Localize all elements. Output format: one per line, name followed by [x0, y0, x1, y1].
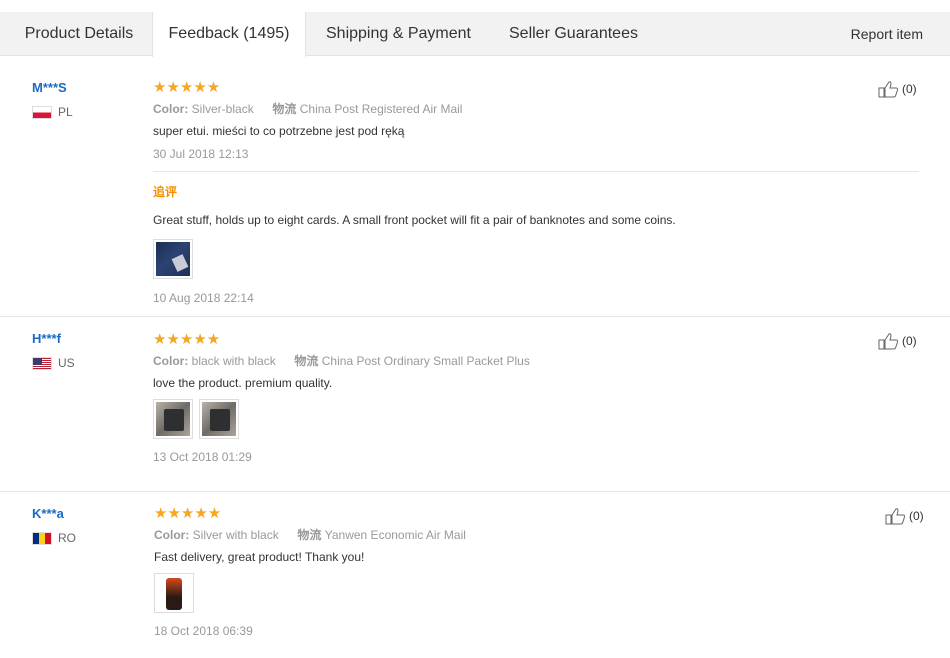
tab-bar: Product Details Feedback (1495) Shipping…: [0, 0, 950, 57]
shipping-label: 物流: [297, 528, 322, 542]
row-divider: [0, 491, 950, 492]
usa-flag-icon: [32, 356, 52, 370]
photo-list: [153, 399, 919, 439]
feedback-username[interactable]: H***f: [32, 331, 61, 346]
romania-flag-icon: [32, 531, 52, 545]
additional-feedback-label: 追评: [153, 185, 178, 199]
like-button[interactable]: (0): [878, 80, 917, 98]
photo-list: [154, 573, 920, 613]
feedback-photo[interactable]: [153, 239, 193, 279]
like-count: (0): [902, 334, 917, 348]
report-item-link[interactable]: Report item: [851, 12, 923, 56]
star-rating: ★★★★★: [154, 505, 222, 522]
feedback-date: 18 Oct 2018 06:39: [154, 624, 253, 638]
like-count: (0): [909, 509, 924, 523]
like-count: (0): [902, 82, 917, 96]
row-divider: [0, 316, 950, 317]
feedback-country: RO: [32, 531, 76, 545]
additional-divider: [153, 171, 919, 172]
additional-feedback-date: 10 Aug 2018 22:14: [153, 291, 254, 305]
feedback-photo[interactable]: [154, 573, 194, 613]
feedback-photo[interactable]: [153, 399, 193, 439]
feedback-content: ★★★★★ Color: Silver with black 物流 Yanwen…: [154, 506, 920, 639]
order-info: Color: black with black 物流 China Post Or…: [153, 353, 919, 369]
order-info: Color: Silver-black 物流 China Post Regist…: [153, 101, 919, 117]
thumbs-up-icon: [885, 508, 906, 525]
shipping-value: Yanwen Economic Air Mail: [324, 528, 466, 542]
feedback-text: Fast delivery, great product! Thank you!: [154, 550, 365, 564]
like-button[interactable]: (0): [885, 507, 924, 525]
star-rating: ★★★★★: [153, 79, 221, 96]
shipping-value: China Post Ordinary Small Packet Plus: [321, 354, 530, 368]
additional-feedback-text: Great stuff, holds up to eight cards. A …: [153, 213, 676, 227]
color-value: Silver-black: [191, 102, 254, 116]
additional-feedback: 追评 Great stuff, holds up to eight cards.…: [153, 183, 919, 306]
country-code: RO: [58, 531, 76, 545]
feedback-text: super etui. mieści to co potrzebne jest …: [153, 124, 405, 138]
tab-product-details[interactable]: Product Details: [6, 12, 152, 56]
thumbs-up-icon: [878, 81, 899, 98]
tab-feedback[interactable]: Feedback (1495): [152, 12, 306, 57]
like-button[interactable]: (0): [878, 332, 917, 350]
feedback-username[interactable]: K***a: [32, 506, 64, 521]
shipping-label: 物流: [272, 102, 297, 116]
feedback-date: 13 Oct 2018 01:29: [153, 450, 252, 464]
feedback-text: love the product. premium quality.: [153, 376, 333, 390]
feedback-date: 30 Jul 2018 12:13: [153, 147, 249, 161]
thumbs-up-icon: [878, 333, 899, 350]
country-code: PL: [58, 105, 73, 119]
color-label: Color:: [153, 354, 189, 368]
shipping-label: 物流: [294, 354, 319, 368]
feedback-country: US: [32, 356, 75, 370]
country-code: US: [58, 356, 75, 370]
shipping-value: China Post Registered Air Mail: [299, 102, 463, 116]
feedback-photo[interactable]: [199, 399, 239, 439]
star-rating: ★★★★★: [153, 331, 221, 348]
feedback-username[interactable]: M***S: [32, 80, 67, 95]
photo-list: [153, 239, 919, 279]
poland-flag-icon: [32, 105, 52, 119]
feedback-country: PL: [32, 105, 73, 119]
tab-shipping-payment[interactable]: Shipping & Payment: [326, 12, 471, 56]
feedback-content: ★★★★★ Color: black with black 物流 China P…: [153, 332, 919, 465]
color-label: Color:: [153, 102, 189, 116]
color-label: Color:: [154, 528, 190, 542]
color-value: Silver with black: [192, 528, 279, 542]
tab-seller-guarantees[interactable]: Seller Guarantees: [509, 12, 638, 56]
order-info: Color: Silver with black 物流 Yanwen Econo…: [154, 527, 920, 543]
feedback-content: ★★★★★ Color: Silver-black 物流 China Post …: [153, 80, 919, 162]
color-value: black with black: [191, 354, 276, 368]
